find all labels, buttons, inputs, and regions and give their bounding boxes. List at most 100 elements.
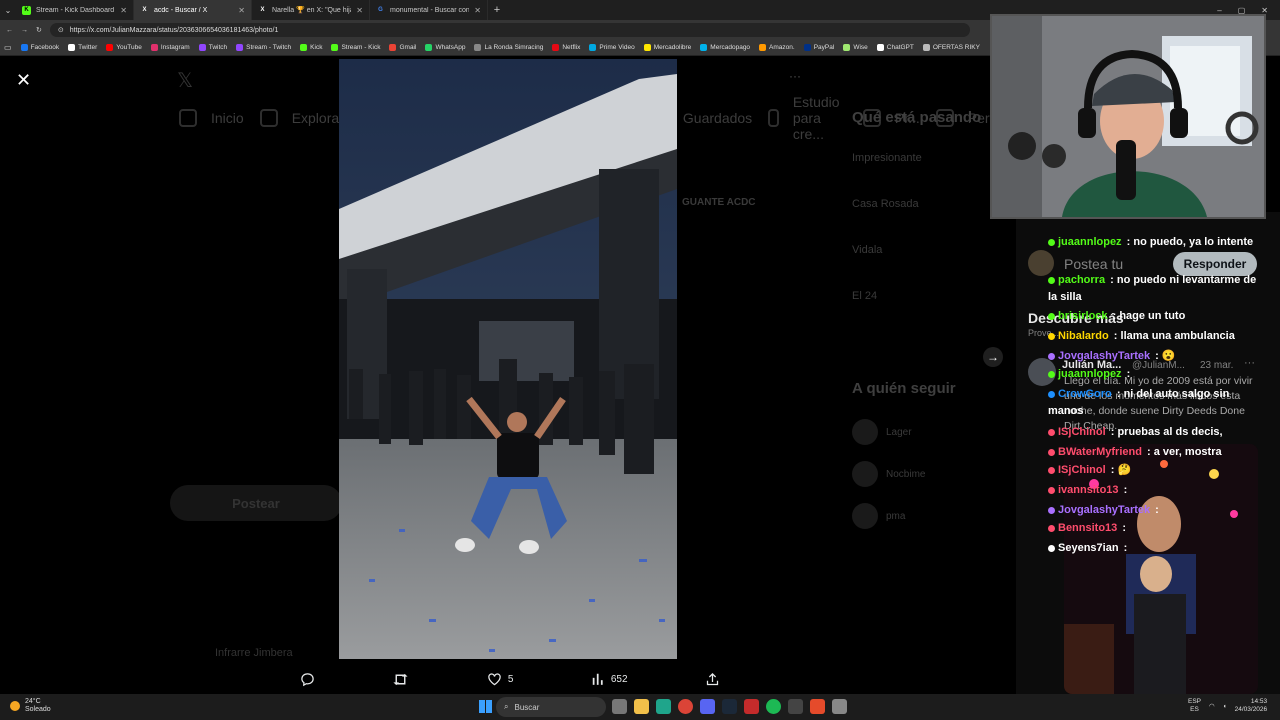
back-icon[interactable]: ← xyxy=(6,27,13,34)
obs-icon[interactable] xyxy=(788,699,803,714)
chat-badge-icon xyxy=(1048,238,1055,246)
chat-badge-icon xyxy=(1048,352,1055,360)
wifi-icon[interactable]: ◠ xyxy=(1209,702,1215,710)
bookmark-item[interactable]: La Ronda Simracing xyxy=(474,44,543,51)
bookmark-item[interactable]: Amazon. xyxy=(759,44,795,51)
spotify-icon[interactable] xyxy=(766,699,781,714)
chat-username[interactable]: ISjChinol xyxy=(1058,464,1106,476)
volume-icon[interactable]: ◖ xyxy=(1223,703,1227,710)
chat-username[interactable]: ivannsito13 xyxy=(1058,484,1119,496)
weather-widget[interactable]: 24°C Soleado xyxy=(10,698,51,714)
browser-tab[interactable]: X Narella 🏆 en X: "Que hijaputez la ✕ xyxy=(252,0,370,20)
menu-dots-icon[interactable]: ··· xyxy=(789,69,801,83)
close-tab-icon[interactable]: ✕ xyxy=(356,6,363,15)
new-tab-button[interactable]: + xyxy=(488,4,506,16)
close-tab-icon[interactable]: ✕ xyxy=(474,6,481,15)
bookmark-item[interactable]: Facebook xyxy=(20,44,59,51)
bookmark-label: La Ronda Simracing xyxy=(484,44,544,51)
browser-tab[interactable]: Gmonumental - Buscar con Google ✕ xyxy=(370,0,488,20)
browser-tab[interactable]: Xacdc - Buscar / X ✕ xyxy=(134,0,252,20)
bookmark-item[interactable]: Stream - Twitch xyxy=(236,44,291,51)
bookmark-item[interactable]: ChatGPT xyxy=(876,44,914,51)
reload-icon[interactable]: ↻ xyxy=(36,26,42,34)
task-view-icon[interactable] xyxy=(612,699,627,714)
browser-tab[interactable]: K Stream - Kick Dashboard ✕ xyxy=(16,0,134,20)
chat-username[interactable]: Bennsito13 xyxy=(1058,522,1117,534)
kick-icon: K xyxy=(22,5,31,15)
edge-icon[interactable] xyxy=(656,699,671,714)
chat-username[interactable]: pachorra xyxy=(1058,274,1105,286)
post-button[interactable]: Postear xyxy=(170,485,342,521)
forward-icon[interactable]: → xyxy=(21,27,28,34)
close-tab-icon[interactable]: ✕ xyxy=(120,6,127,15)
discord-icon[interactable] xyxy=(700,699,715,714)
bookmark-item[interactable]: Twitch xyxy=(198,44,227,51)
chat-badge-icon xyxy=(1048,332,1055,340)
chat-username[interactable]: Seyens7ian xyxy=(1058,542,1119,554)
bookmark-item[interactable]: Twitter xyxy=(68,44,97,51)
reply-placeholder[interactable]: Postea tu xyxy=(1064,256,1123,272)
notes-icon[interactable] xyxy=(832,699,847,714)
chat-username[interactable]: CrowGoro xyxy=(1058,388,1112,400)
chat-username[interactable]: JovgalashyTartek xyxy=(1058,504,1150,516)
bookmark-item[interactable]: Kick xyxy=(300,44,322,51)
start-icon[interactable] xyxy=(479,700,492,713)
bookmark-item[interactable]: Netflix xyxy=(552,44,580,51)
streamer-webcam xyxy=(992,16,1264,217)
bookmark-item[interactable]: Prime Video xyxy=(589,44,635,51)
views-button[interactable]: 652 xyxy=(591,672,628,686)
apps-icon[interactable]: ▭ xyxy=(4,43,12,52)
chat-username[interactable]: Nibalardo xyxy=(1058,330,1109,342)
next-photo-icon[interactable]: → xyxy=(983,347,1003,367)
bookmark-item[interactable]: Gmail xyxy=(389,44,416,51)
bookmark-item[interactable]: Mercadopago xyxy=(700,44,750,51)
url-field[interactable]: ⊙ https://x.com/JulianMazzara/status/203… xyxy=(49,23,970,37)
steam-icon[interactable] xyxy=(722,699,737,714)
trend-item[interactable]: Vidala xyxy=(852,244,1012,290)
x-nav-item[interactable]: Estudio para cre... xyxy=(766,94,847,142)
footer-user[interactable]: Infrarre Jimbera xyxy=(215,647,293,659)
follow-suggestion[interactable]: pma xyxy=(852,495,1012,537)
x-logo-icon[interactable]: 𝕏 xyxy=(175,61,365,99)
clock[interactable]: 14:53 24/03/2026 xyxy=(1235,698,1268,714)
bookmark-item[interactable]: Instagram xyxy=(150,44,190,51)
file-explorer-icon[interactable] xyxy=(634,699,649,714)
bookmark-item[interactable]: Stream - Kick xyxy=(331,44,380,51)
site-info-icon[interactable]: ⊙ xyxy=(58,26,64,34)
trend-item[interactable]: El 24 xyxy=(852,290,1012,336)
app-icon[interactable] xyxy=(744,699,759,714)
taskbar-search[interactable]: ⌕ Buscar xyxy=(496,697,606,717)
repost-button[interactable] xyxy=(392,672,409,687)
language-indicator[interactable]: ESP ES xyxy=(1188,698,1201,714)
trend-item[interactable]: Casa Rosada xyxy=(852,198,1012,244)
chat-username[interactable]: BWaterMyfriend xyxy=(1058,446,1142,458)
close-photo-icon[interactable]: ✕ xyxy=(16,70,31,91)
bookmark-item[interactable]: WhatsApp xyxy=(425,44,465,51)
reply-button[interactable] xyxy=(300,672,315,687)
trend-item[interactable]: Impresionante xyxy=(852,152,1012,198)
chat-username[interactable]: ISjChinol xyxy=(1058,426,1106,438)
follow-suggestion[interactable]: Lager xyxy=(852,411,1012,453)
tab-list-button[interactable]: ⌄ xyxy=(0,6,16,15)
x-nav-item[interactable]: Explorar xyxy=(258,99,344,137)
follow-suggestion[interactable]: Nocbime xyxy=(852,453,1012,495)
chat-username[interactable]: juaannlopez xyxy=(1058,368,1122,380)
close-tab-icon[interactable]: ✕ xyxy=(238,6,245,15)
chrome-icon[interactable] xyxy=(678,699,693,714)
bookmark-item[interactable]: PayPal xyxy=(803,44,834,51)
x-nav-item[interactable]: Inicio xyxy=(177,99,244,137)
share-button[interactable] xyxy=(705,672,720,687)
chat-message: Seyens7ian : xyxy=(1048,540,1264,557)
game-icon[interactable] xyxy=(810,699,825,714)
bookmark-item[interactable]: YouTube xyxy=(106,44,142,51)
bookmark-item[interactable]: Wise xyxy=(843,44,868,51)
chat-username[interactable]: brisirlock xyxy=(1058,310,1108,322)
like-button[interactable]: 5 xyxy=(487,672,513,686)
bookmark-item[interactable]: OFERTAS RIKY xyxy=(922,44,980,51)
chat-username[interactable]: JovgalashyTartek xyxy=(1058,350,1150,362)
chat-username[interactable]: juaannlopez xyxy=(1058,236,1122,248)
bookmark-item[interactable]: Mercadolibre xyxy=(643,44,691,51)
post-photo[interactable] xyxy=(339,59,677,659)
bookmark-label: Gmail xyxy=(399,44,417,51)
chat-message: CrowGoro : ni del auto salgo sin manos xyxy=(1048,386,1264,420)
